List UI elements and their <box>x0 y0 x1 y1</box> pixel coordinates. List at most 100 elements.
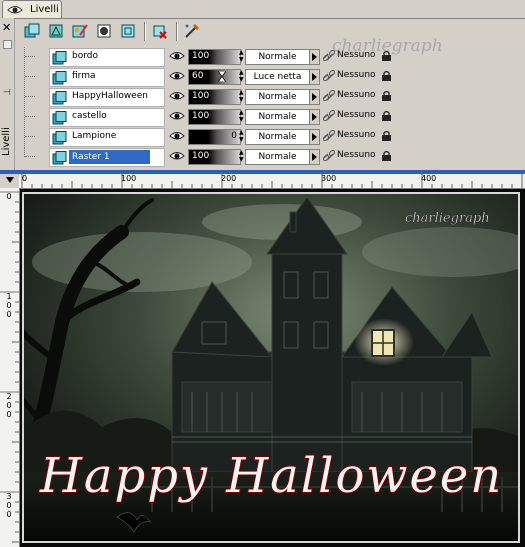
tab-label: Livelli <box>30 4 59 15</box>
opacity-slider[interactable]: 100 <box>188 109 241 125</box>
tree-connector <box>24 107 47 126</box>
pin-icon[interactable]: ⊣ <box>3 88 11 98</box>
blend-mode-select[interactable]: Luce netta <box>245 69 310 85</box>
halloween-image[interactable]: charliegraph Happy Halloween <box>22 192 520 543</box>
layer-name: Raster 1 <box>69 150 150 164</box>
hruler-label-0: 0 <box>22 174 28 183</box>
layer-name-field[interactable]: firma <box>49 68 165 87</box>
link-chain-icon[interactable] <box>322 129 336 145</box>
layers-palette: Livelli ✕ ⊣ Livelli bordo 100 ▲ ▼ Normal… <box>0 0 525 170</box>
new-adjustment-layer-button[interactable] <box>118 21 139 42</box>
image-window: 0 100 200 300 400 0 100 200 300 charlieg… <box>0 170 525 547</box>
tree-connector <box>24 47 47 66</box>
visibility-eye-icon[interactable] <box>169 130 185 144</box>
lock-icon[interactable] <box>381 150 392 165</box>
layer-group-link[interactable]: Nessuno <box>337 130 376 140</box>
link-chain-icon[interactable] <box>322 69 336 85</box>
raster-layer-icon <box>52 111 67 128</box>
toolbar-separator <box>176 22 178 41</box>
palette-watermark: charliegraph <box>332 36 443 56</box>
blend-mode-dropdown-arrow[interactable] <box>309 109 320 125</box>
layer-group-link[interactable]: Nessuno <box>337 70 376 80</box>
link-chain-icon[interactable] <box>322 89 336 105</box>
blend-mode-dropdown-arrow[interactable] <box>309 49 320 65</box>
layer-group-link[interactable]: Nessuno <box>337 150 376 160</box>
layer-name-field[interactable]: castello <box>49 108 165 127</box>
blend-mode-select[interactable]: Normale <box>245 109 310 125</box>
layer-name-field[interactable]: Lampione <box>49 128 165 147</box>
opacity-slider[interactable]: 100 <box>188 49 241 65</box>
lock-icon[interactable] <box>381 130 392 145</box>
opacity-spinner[interactable]: ▲ ▼ <box>239 89 244 103</box>
horizontal-ruler[interactable]: 0 100 200 300 400 <box>19 174 525 189</box>
palette-watermark-text: charliegraph <box>332 36 443 56</box>
opacity-slider[interactable]: 100 <box>188 89 241 105</box>
hourglass-icon <box>217 70 227 85</box>
layer-name-field[interactable]: Raster 1 <box>49 148 165 167</box>
opacity-slider[interactable]: 100 <box>188 149 241 165</box>
blend-mode-select[interactable]: Normale <box>245 129 310 145</box>
visibility-eye-icon[interactable] <box>169 110 185 124</box>
raster-layer-icon <box>52 151 67 168</box>
visibility-eye-icon[interactable] <box>169 50 185 64</box>
vertical-ruler[interactable]: 0 100 200 300 <box>0 188 20 547</box>
layer-row[interactable]: Raster 1 100 ▲ ▼ Normale Nessuno <box>16 147 525 167</box>
layer-name-field[interactable]: HappyHalloween <box>49 88 165 107</box>
hruler-label-300: 300 <box>321 174 337 183</box>
tree-connector <box>24 67 47 86</box>
visibility-eye-icon[interactable] <box>169 90 185 104</box>
tree-connector <box>24 147 47 157</box>
layer-row[interactable]: Lampione 0 ▲ ▼ Normale Nessuno <box>16 127 525 147</box>
toolbar-separator <box>144 22 146 41</box>
opacity-spinner[interactable]: ▲ ▼ <box>239 129 244 143</box>
edit-selection-button[interactable] <box>182 21 203 42</box>
rollup-icon[interactable] <box>3 40 12 49</box>
new-mask-layer-button[interactable] <box>94 21 115 42</box>
tree-connector <box>24 87 47 106</box>
link-chain-icon[interactable] <box>322 149 336 165</box>
layer-name: firma <box>72 71 96 81</box>
delete-layer-button[interactable] <box>150 21 171 42</box>
visibility-eye-icon[interactable] <box>169 150 185 164</box>
layer-row[interactable]: castello 100 ▲ ▼ Normale Nessuno <box>16 107 525 127</box>
blend-mode-dropdown-arrow[interactable] <box>309 129 320 145</box>
layer-group-link[interactable]: Nessuno <box>337 90 376 100</box>
blend-mode-select[interactable]: Normale <box>245 149 310 165</box>
new-raster-layer-button[interactable] <box>22 21 43 42</box>
opacity-value: 100 <box>192 151 210 161</box>
horizontal-ruler-ticks <box>21 174 523 188</box>
opacity-value: 60 <box>192 71 204 81</box>
visibility-eye-icon[interactable] <box>169 70 185 84</box>
layer-row[interactable]: firma 60 ▲ ▼ Luce netta Nessuno <box>16 67 525 87</box>
layer-name: bordo <box>72 51 98 61</box>
opacity-spinner[interactable]: ▲ ▼ <box>239 49 244 63</box>
blend-mode-select[interactable]: Normale <box>245 89 310 105</box>
lock-icon[interactable] <box>381 110 392 125</box>
lock-icon[interactable] <box>381 90 392 105</box>
blend-mode-select[interactable]: Normale <box>245 49 310 65</box>
opacity-slider[interactable]: 0 <box>188 129 241 145</box>
tab-livelli[interactable]: Livelli <box>2 0 62 18</box>
hruler-label-200: 200 <box>221 174 237 183</box>
close-icon[interactable]: ✕ <box>2 21 11 34</box>
ruler-corner-button[interactable] <box>0 174 20 189</box>
lock-icon[interactable] <box>381 70 392 85</box>
new-art-media-layer-button[interactable] <box>70 21 91 42</box>
opacity-spinner[interactable]: ▲ ▼ <box>239 149 244 163</box>
opacity-slider[interactable]: 60 <box>188 69 241 85</box>
blend-mode-dropdown-arrow[interactable] <box>309 149 320 165</box>
link-chain-icon[interactable] <box>322 109 336 125</box>
opacity-spinner[interactable]: ▲ ▼ <box>239 109 244 123</box>
layer-row[interactable]: HappyHalloween 100 ▲ ▼ Normale Nessuno <box>16 87 525 107</box>
layer-group-link[interactable]: Nessuno <box>337 110 376 120</box>
opacity-value: 100 <box>192 51 210 61</box>
happy-halloween-title: Happy Halloween <box>39 448 503 504</box>
layers-eye-icon <box>7 4 23 18</box>
opacity-spinner[interactable]: ▲ ▼ <box>239 69 244 83</box>
blend-mode-dropdown-arrow[interactable] <box>309 89 320 105</box>
vruler-label-300: 300 <box>6 492 12 519</box>
blend-mode-dropdown-arrow[interactable] <box>309 69 320 85</box>
new-vector-layer-button[interactable] <box>46 21 67 42</box>
layer-name-field[interactable]: bordo <box>49 48 165 67</box>
layer-name: castello <box>72 111 107 121</box>
